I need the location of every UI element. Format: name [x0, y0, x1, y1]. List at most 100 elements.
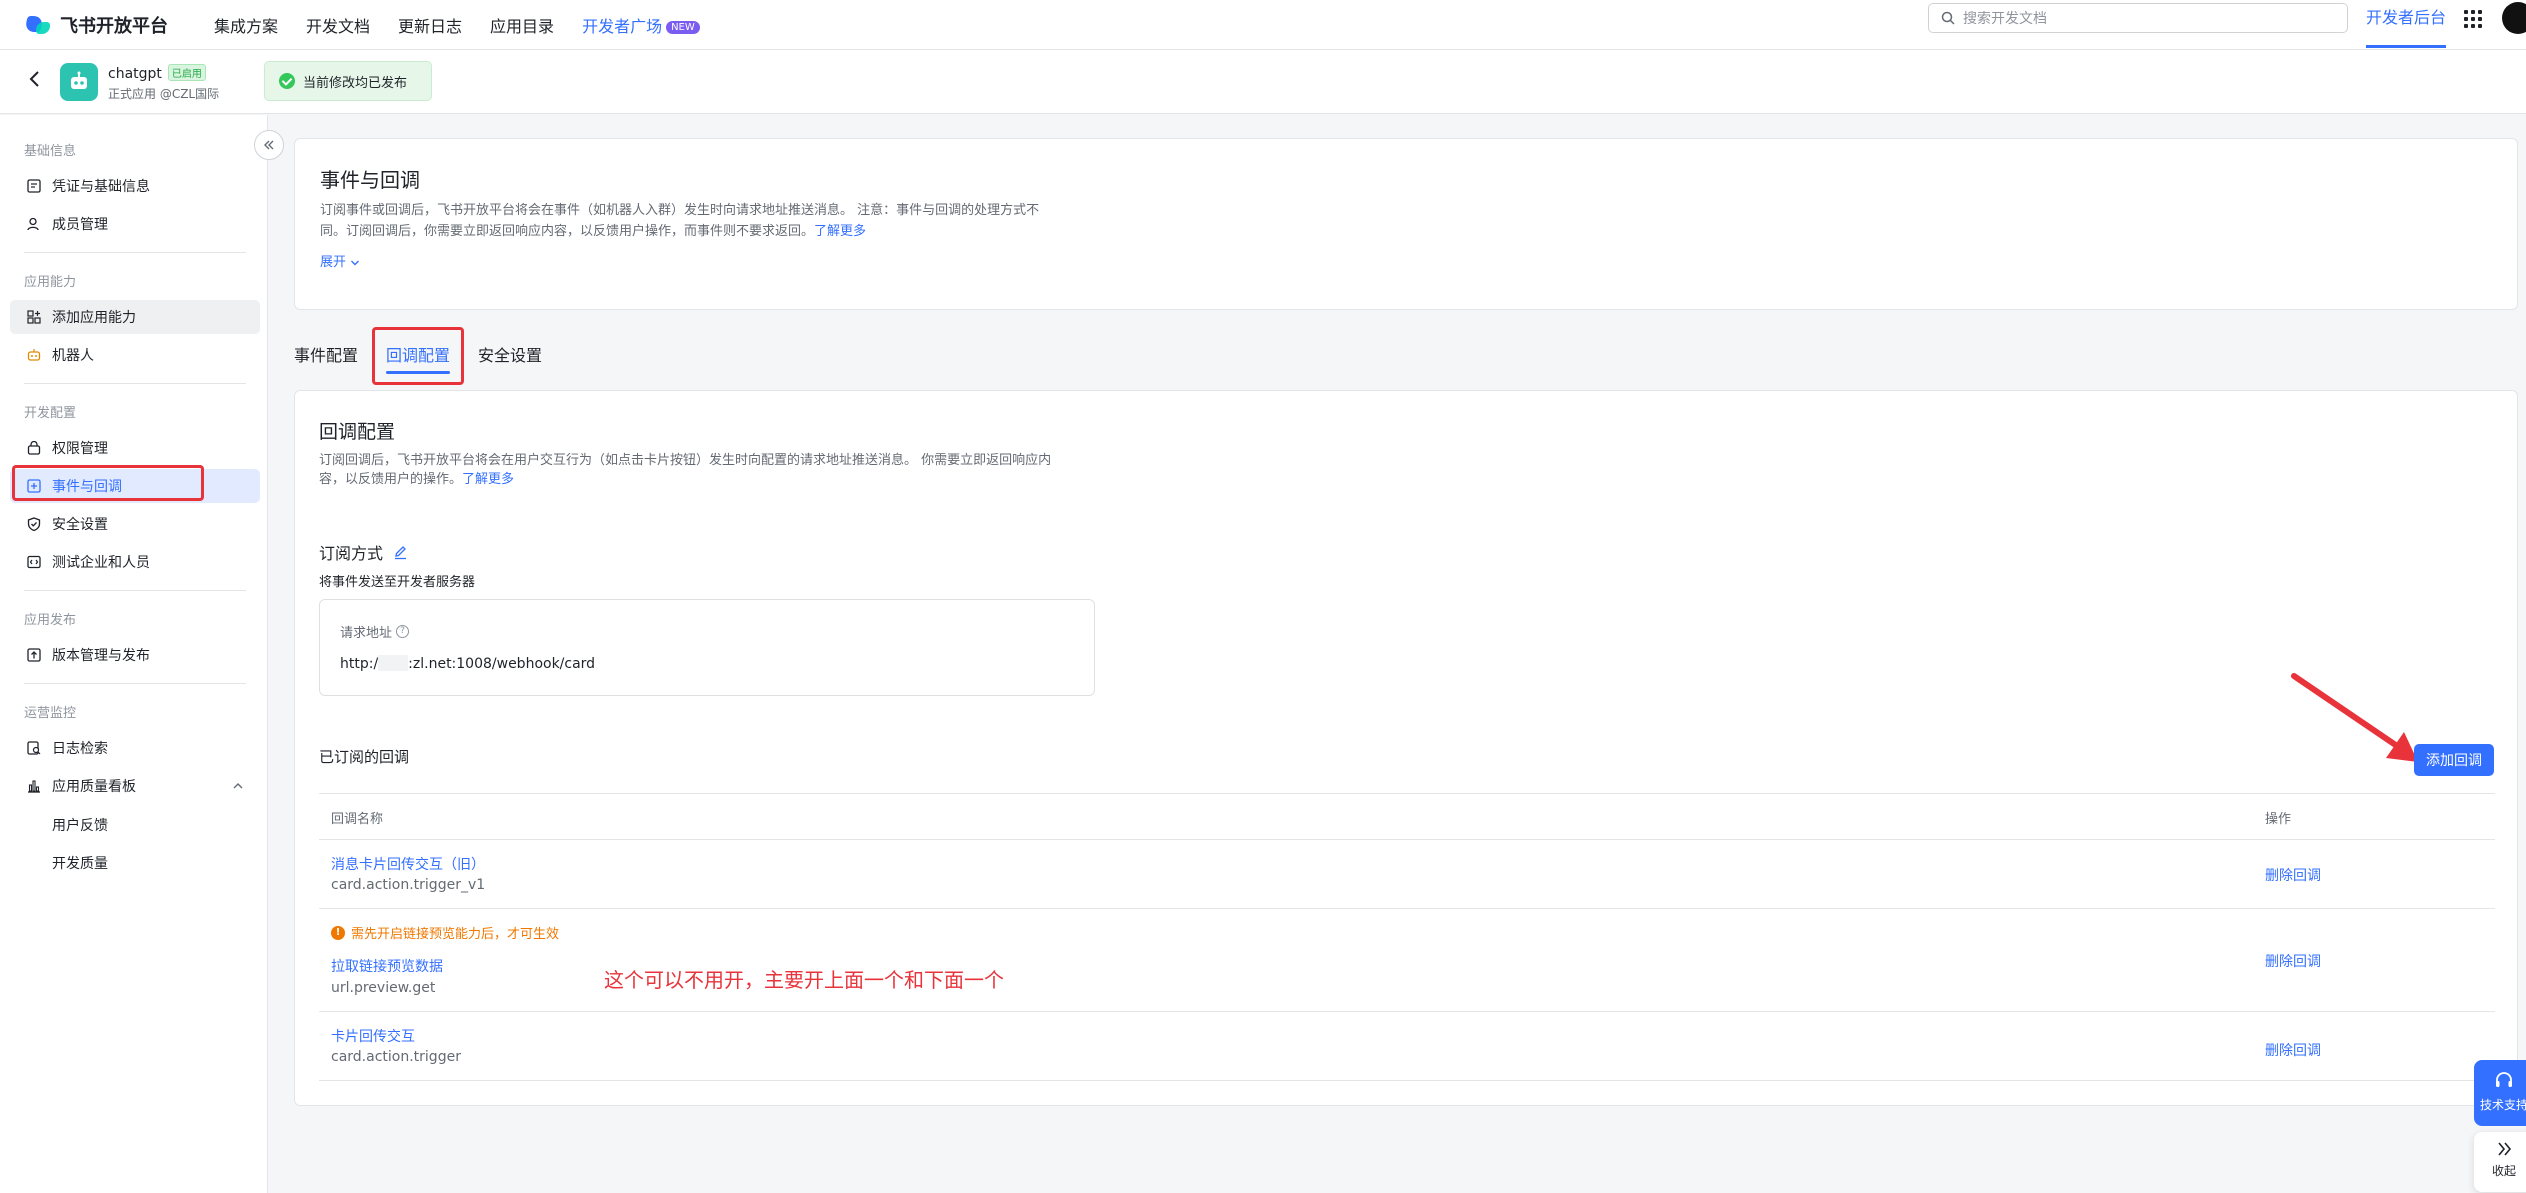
- intro-card: 事件与回调 订阅事件或回调后，飞书开放平台将会在事件（如机器人入群）发生时向请求…: [294, 138, 2518, 310]
- tech-support-button[interactable]: 技术支持: [2474, 1060, 2526, 1126]
- nav-changelog[interactable]: 更新日志: [398, 13, 462, 37]
- column-header-name: 回调名称: [331, 812, 384, 827]
- double-chevron-right-icon: [2498, 1142, 2512, 1156]
- chevron-down-icon: [351, 260, 360, 266]
- sidebar-subitem-user-feedback[interactable]: 用户反馈: [52, 815, 108, 835]
- upload-icon: [26, 647, 42, 663]
- sidebar-item-credentials[interactable]: 凭证与基础信息: [10, 169, 260, 203]
- sidebar-item-quality-dashboard[interactable]: 应用质量看板: [10, 769, 260, 803]
- subscribe-mode-heading: 订阅方式: [319, 540, 408, 564]
- nav-docs[interactable]: 开发文档: [306, 13, 370, 37]
- table-row: 卡片回传交互 card.action.trigger 删除回调: [319, 1012, 2495, 1081]
- callback-name-link[interactable]: 卡片回传交互: [331, 1026, 415, 1046]
- back-arrow-icon[interactable]: [24, 68, 46, 90]
- sidebar-collapse-button[interactable]: [254, 130, 284, 160]
- divider: [24, 383, 246, 384]
- delete-callback-button[interactable]: 删除回调: [2265, 1040, 2321, 1060]
- sidebar-item-label: 添加应用能力: [52, 310, 136, 326]
- callback-name-link[interactable]: 拉取链接预览数据: [331, 956, 443, 976]
- sidebar-item-security[interactable]: 安全设置: [10, 507, 260, 541]
- sidebar-item-label: 凭证与基础信息: [52, 179, 150, 195]
- sidebar-item-label: 版本管理与发布: [52, 648, 150, 664]
- sidebar-item-label: 应用质量看板: [52, 779, 136, 795]
- sidebar-item-label: 成员管理: [52, 217, 108, 233]
- edit-pencil-icon[interactable]: [393, 545, 408, 560]
- intro-desc-line2: 同。订阅回调后，你需要立即返回响应内容，以反馈用户操作，而事件则不要求返回。了解…: [320, 221, 866, 243]
- annotation-note: 这个可以不用开，主要开上面一个和下面一个: [604, 968, 1004, 992]
- nav-app-directory[interactable]: 应用目录: [490, 13, 554, 37]
- publish-tip-text: 当前修改均已发布: [303, 75, 408, 91]
- search-input[interactable]: 搜索开发文档: [1928, 3, 2348, 33]
- nav-developer-square[interactable]: 开发者广场 NEW: [582, 13, 700, 37]
- feishu-logo-icon[interactable]: [24, 14, 52, 36]
- double-chevron-left-icon: [264, 140, 274, 150]
- column-header-actions: 操作: [2265, 812, 2292, 827]
- search-placeholder: 搜索开发文档: [1963, 11, 2047, 27]
- app-robot-avatar-icon: [60, 63, 98, 101]
- sidebar-item-members[interactable]: 成员管理: [10, 207, 260, 241]
- sidebar-item-label: 日志检索: [52, 741, 108, 757]
- sidebar-item-bot[interactable]: 机器人: [10, 338, 260, 372]
- sidebar-item-versions[interactable]: 版本管理与发布: [10, 638, 260, 672]
- user-icon: [26, 216, 42, 232]
- intro-desc-line1: 订阅事件或回调后，飞书开放平台将会在事件（如机器人入群）发生时向请求地址推送消息…: [320, 203, 1040, 218]
- grid-plus-icon: [26, 309, 42, 325]
- section-dev-config: 开发配置: [24, 406, 77, 421]
- document-icon: [26, 178, 42, 194]
- divider: [24, 252, 246, 253]
- section-app-capabilities: 应用能力: [24, 275, 77, 290]
- request-url-value: http:/:zl.net:1008/webhook/card: [340, 655, 595, 672]
- shield-icon: [26, 516, 42, 532]
- search-icon: [1941, 11, 1955, 25]
- expand-label: 展开: [320, 255, 347, 270]
- table-row: ! 需先开启链接预览能力后，才可生效 拉取链接预览数据 url.preview.g…: [319, 909, 2495, 1012]
- callback-title: 回调配置: [319, 421, 396, 443]
- sidebar-item-label: 安全设置: [52, 517, 108, 533]
- collapse-float-button[interactable]: 收起: [2474, 1132, 2526, 1192]
- callback-name-link[interactable]: 消息卡片回传交互（旧）: [331, 854, 485, 874]
- app-status-badge: 已启用: [167, 64, 206, 81]
- sidebar-item-log-search[interactable]: 日志检索: [10, 731, 260, 765]
- code-icon: [26, 554, 42, 570]
- brand-name[interactable]: 飞书开放平台: [60, 12, 168, 38]
- section-basic-info: 基础信息: [24, 144, 77, 159]
- dev-console-link[interactable]: 开发者后台: [2366, 0, 2447, 48]
- section-app-release: 应用发布: [24, 613, 77, 628]
- tab-event-config[interactable]: 事件配置: [294, 342, 358, 366]
- tab-security-settings[interactable]: 安全设置: [478, 342, 542, 366]
- delete-callback-button[interactable]: 删除回调: [2265, 951, 2321, 971]
- check-circle-icon: [279, 73, 295, 89]
- app-name-text: chatgpt: [108, 66, 162, 82]
- new-badge: NEW: [666, 20, 700, 34]
- add-callback-button[interactable]: 添加回调: [2414, 744, 2494, 776]
- intro-learn-more-link[interactable]: 了解更多: [814, 224, 866, 239]
- sidebar-subitem-dev-quality[interactable]: 开发质量: [52, 853, 108, 873]
- chevron-up-icon[interactable]: [232, 781, 244, 791]
- tech-support-label: 技术支持: [2479, 1098, 2526, 1112]
- nav-solutions[interactable]: 集成方案: [214, 13, 278, 37]
- sidebar-item-add-capability[interactable]: 添加应用能力: [10, 300, 260, 334]
- app-name: chatgpt 已启用: [108, 64, 206, 82]
- annotation-highlight-sidebar: [12, 465, 204, 501]
- callback-event-code: card.action.trigger_v1: [331, 877, 486, 893]
- table-header: 回调名称 操作: [319, 793, 2495, 840]
- callback-desc-line2: 容，以反馈用户的操作。了解更多: [319, 469, 514, 491]
- sidebar: 基础信息 凭证与基础信息 成员管理 应用能力 添加应用能力 机器人 开发配置 权…: [0, 115, 268, 1193]
- help-question-icon[interactable]: ?: [396, 625, 410, 638]
- request-url-prefix: http:/: [340, 656, 379, 672]
- sidebar-item-label: 权限管理: [52, 441, 108, 457]
- robot-icon: [26, 347, 42, 363]
- sidebar-item-permissions[interactable]: 权限管理: [10, 431, 260, 465]
- subscribed-callbacks-heading: 已订阅的回调: [319, 748, 410, 766]
- publish-status-tip: 当前修改均已发布: [264, 61, 432, 101]
- table-row: 消息卡片回传交互（旧） card.action.trigger_v1 删除回调: [319, 840, 2495, 909]
- sidebar-item-test-tenants[interactable]: 测试企业和人员: [10, 545, 260, 579]
- divider: [24, 683, 246, 684]
- app-header: chatgpt 已启用 正式应用 @CZL国际 当前修改均已发布: [0, 50, 2526, 114]
- delete-callback-button[interactable]: 删除回调: [2265, 865, 2321, 885]
- callback-learn-more-link[interactable]: 了解更多: [462, 472, 514, 487]
- user-avatar[interactable]: [2502, 2, 2526, 34]
- expand-toggle[interactable]: 展开: [320, 252, 360, 274]
- apps-grid-icon[interactable]: [2464, 10, 2482, 28]
- request-url-box: 请求地址? http:/:zl.net:1008/webhook/card: [319, 599, 1095, 696]
